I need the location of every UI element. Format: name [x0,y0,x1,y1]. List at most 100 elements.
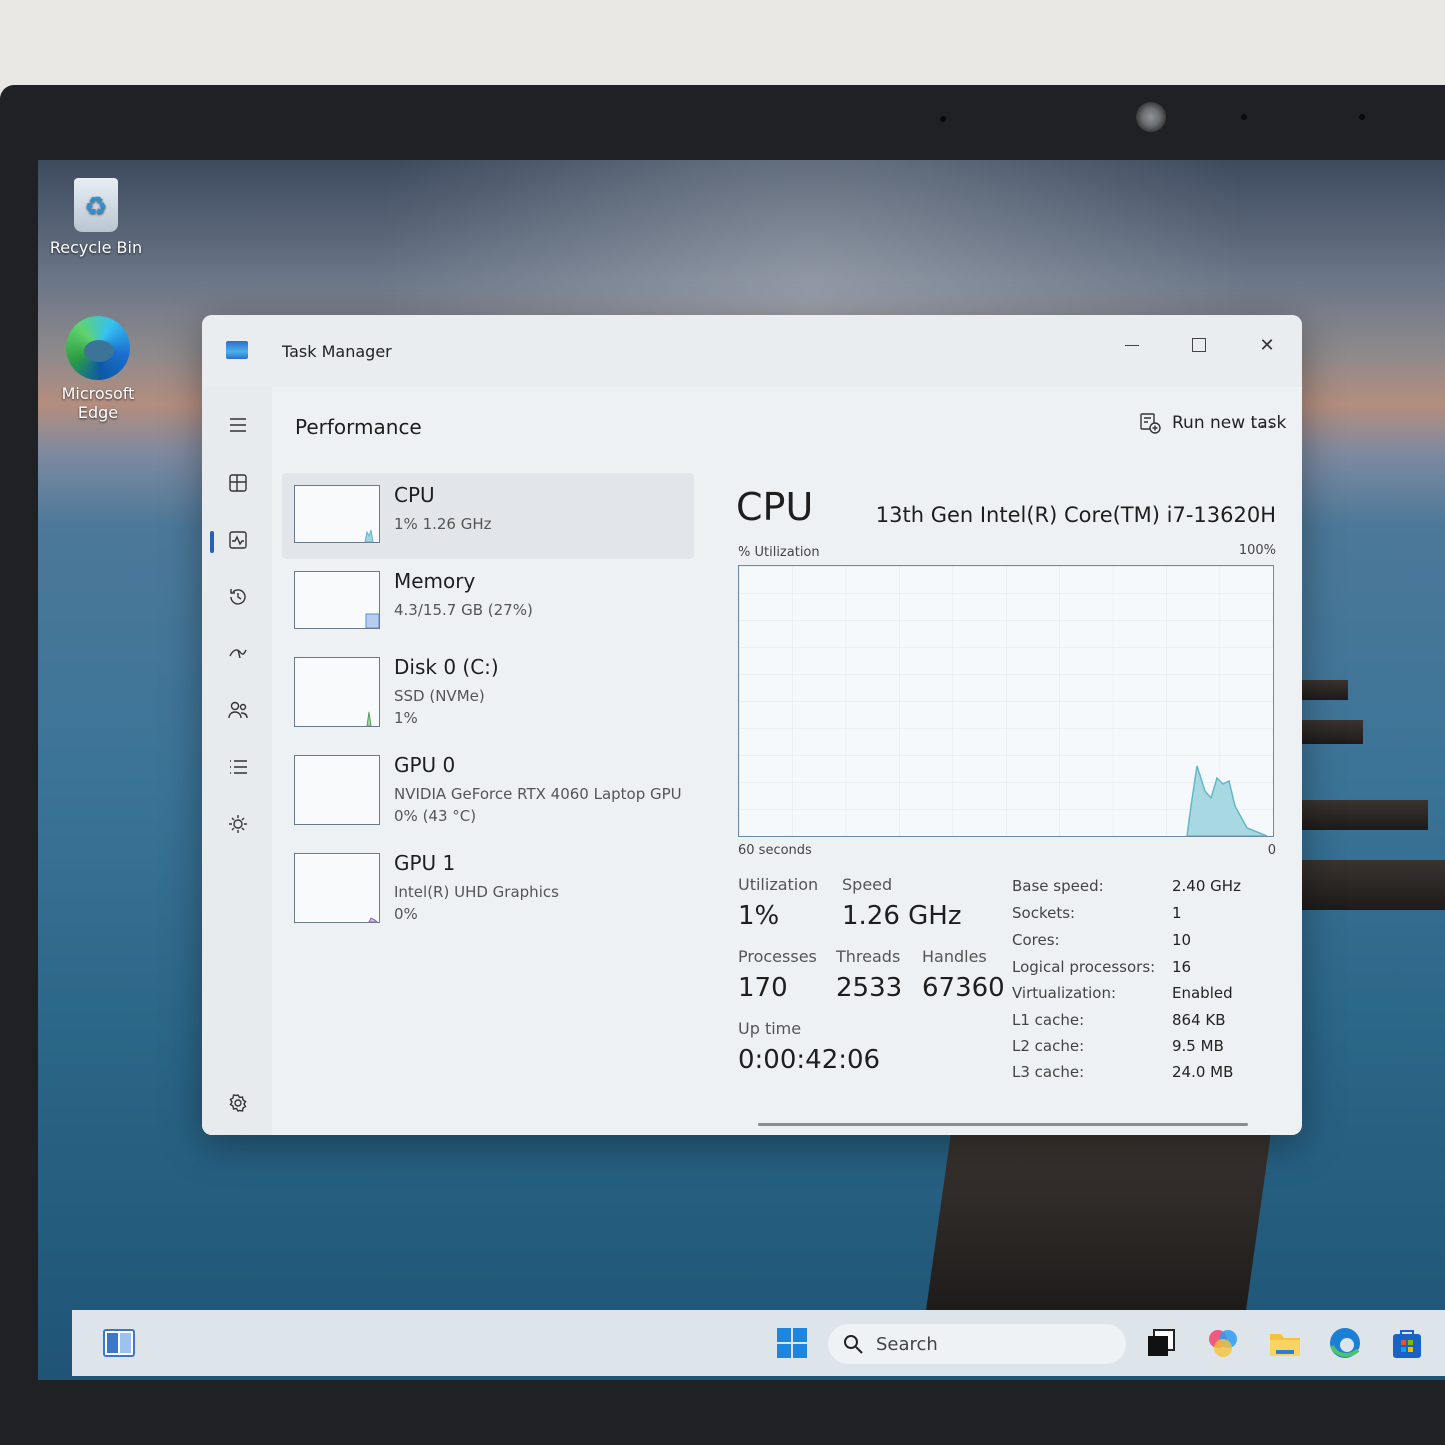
sensor-dot [1359,114,1365,120]
maximize-icon [1192,338,1206,352]
perf-item-disk-0[interactable]: Disk 0 (C:) SSD (NVMe) 1% [282,645,694,741]
desktop-icon-label: Microsoft [61,384,135,403]
command-bar: Performance Run new task ... [272,387,1302,463]
handles-value: 67360 [922,973,1005,1003]
perf-item-detail: 0% (43 °C) [394,807,477,825]
disk-thumbnail-graph [294,657,380,727]
threads-label: Threads [836,947,901,966]
folder-icon [1270,1334,1300,1356]
startup-icon [229,649,247,659]
utilization-label: Utilization [738,875,819,894]
history-icon [230,589,246,605]
utilization-value: 1% [738,901,780,931]
nav-app-history[interactable] [218,577,258,617]
search-icon [844,1335,863,1354]
perf-item-name: Disk 0 (C:) [394,655,499,679]
services-icon [229,815,247,833]
page-title: Performance [295,415,422,439]
file-explorer-button[interactable] [1268,1326,1302,1360]
window-title: Task Manager [282,342,392,361]
performance-icon [229,531,247,549]
perf-item-detail: Intel(R) UHD Graphics [394,883,559,901]
task-manager-app-icon [226,341,248,359]
spec-label: L2 cache: [1012,1037,1085,1055]
processes-label: Processes [738,947,817,966]
desktop-icon-label: Recycle Bin [49,238,143,257]
recycle-bin-icon: ♻ [74,178,118,232]
desktop-icon-edge[interactable]: Microsoft Edge [48,316,148,422]
spec-value: 10 [1172,931,1192,949]
nav-performance[interactable] [218,520,258,560]
windows-logo-icon [777,1328,807,1358]
close-icon: ✕ [1259,334,1275,356]
desktop-icon-recycle-bin[interactable]: ♻ Recycle Bin [46,178,146,257]
memory-thumbnail-graph [294,571,380,629]
gpu0-thumbnail-graph [294,755,380,825]
start-button[interactable] [775,1326,809,1360]
perf-item-detail: 4.3/15.7 GB (27%) [394,601,533,619]
x-axis-label: 60 seconds [738,843,812,858]
store-icon [1393,1330,1421,1358]
cpu-utilization-graph [738,565,1274,837]
perf-item-gpu-0[interactable]: GPU 0 NVIDIA GeForce RTX 4060 Laptop GPU… [282,743,694,839]
widgets-icon [103,1329,135,1357]
widgets-button[interactable] [102,1326,136,1360]
spec-label: L1 cache: [1012,1011,1085,1029]
perf-item-memory[interactable]: Memory 4.3/15.7 GB (27%) [282,559,694,645]
performance-resource-list: CPU 1% 1.26 GHz Memory 4.3/15.7 GB (27%)… [282,473,694,1093]
more-options-button[interactable]: ... [1250,409,1277,434]
perf-item-name: CPU [394,483,435,507]
task-view-icon [1148,1329,1175,1356]
webcam-lens [1136,102,1166,132]
gpu1-thumbnail-graph [294,853,380,923]
perf-item-gpu-1[interactable]: GPU 1 Intel(R) UHD Graphics 0% [282,841,694,937]
desktop-icon-label: Edge [77,403,119,422]
cpu-thumbnail-graph [294,485,380,543]
speed-value: 1.26 GHz [842,901,962,931]
spec-label: Logical processors: [1012,958,1156,976]
nav-processes[interactable] [218,463,258,503]
spec-label: Cores: [1012,931,1060,949]
maximize-button[interactable] [1169,325,1229,365]
nav-startup-apps[interactable] [218,633,258,673]
horizontal-scrollbar[interactable] [758,1123,1248,1126]
spec-value: 24.0 MB [1172,1063,1234,1081]
minimize-icon [1125,344,1139,346]
handles-label: Handles [922,947,987,966]
copilot-icon [1209,1330,1237,1357]
navigation-rail [202,387,272,1135]
task-view-button[interactable] [1144,1326,1178,1360]
y-axis-max-label: 100% [1238,543,1276,558]
spec-label: Sockets: [1012,904,1076,922]
uptime-value: 0:00:42:06 [738,1045,881,1075]
hamburger-menu-button[interactable] [218,405,258,445]
spec-value: 16 [1172,958,1192,976]
settings-gear-icon [229,1094,247,1112]
copilot-button[interactable] [1206,1326,1240,1360]
perf-item-detail: 1% [394,709,418,727]
cpu-model-name: 13th Gen Intel(R) Core(TM) i7-13620H [875,503,1276,527]
close-button[interactable]: ✕ [1237,325,1297,365]
threads-value: 2533 [836,973,903,1003]
sensor-dot [1241,114,1247,120]
nav-users[interactable] [218,690,258,730]
y-axis-label: % Utilization [738,545,820,560]
title-bar[interactable]: Task Manager ✕ [202,315,1302,387]
microsoft-store-button[interactable] [1390,1326,1424,1360]
spec-value: 9.5 MB [1172,1037,1224,1055]
spec-label: L3 cache: [1012,1063,1085,1081]
minimize-button[interactable] [1102,325,1162,365]
spec-value: 2.40 GHz [1172,877,1241,895]
taskbar-search-box[interactable]: Search [828,1324,1126,1364]
spec-value: 1 [1172,904,1182,922]
processes-icon [229,474,247,492]
processes-value: 170 [738,973,788,1003]
nav-settings[interactable] [218,1083,258,1123]
task-manager-window: Task Manager ✕ Performance Run new task … [202,315,1302,1135]
nav-details[interactable] [218,747,258,787]
perf-item-cpu[interactable]: CPU 1% 1.26 GHz [282,473,694,559]
perf-item-detail: 0% [394,905,418,923]
nav-services[interactable] [218,804,258,844]
hamburger-icon [230,418,246,432]
edge-taskbar-button[interactable] [1328,1326,1362,1360]
